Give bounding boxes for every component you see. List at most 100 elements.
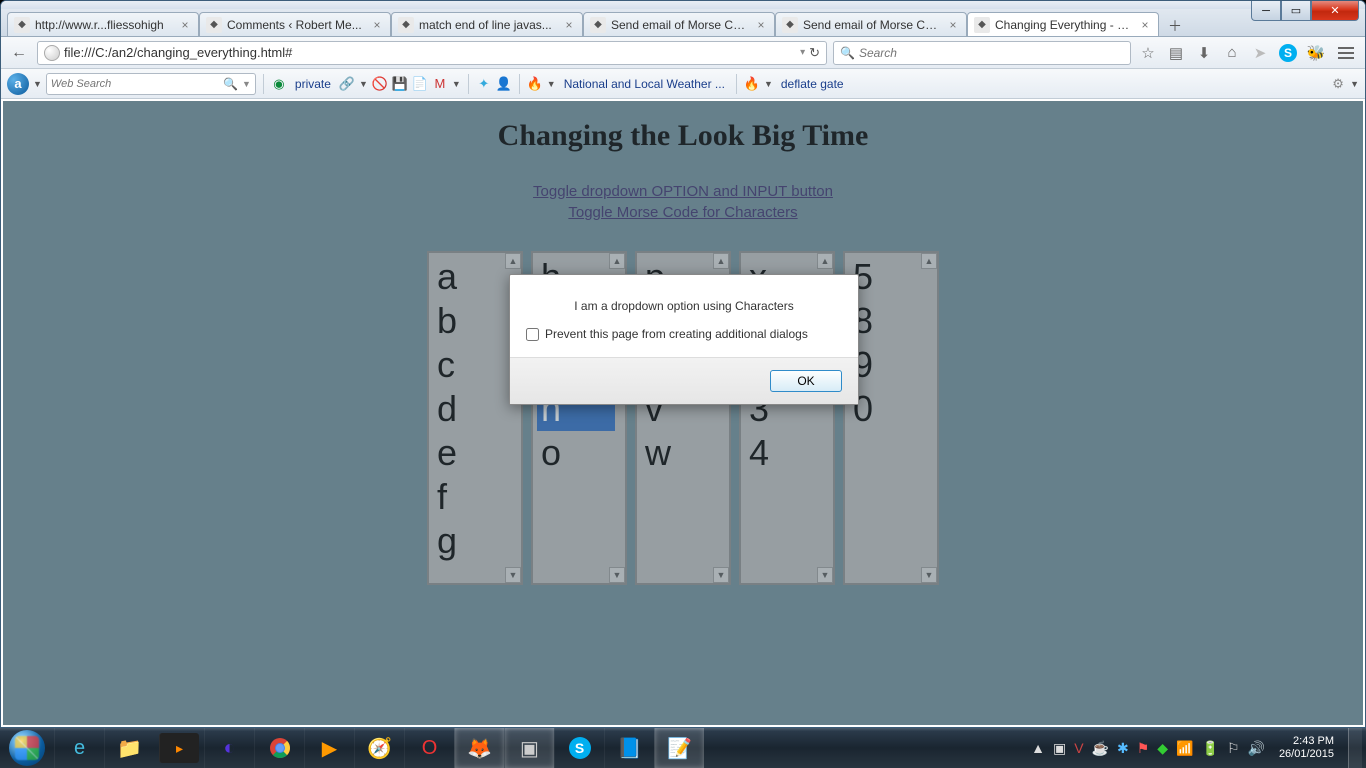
bookmark-star-icon[interactable]: ☆ xyxy=(1137,42,1159,64)
shield-icon[interactable]: ◉ xyxy=(271,76,287,92)
tab-0[interactable]: ◆http://www.r...fliessohigh× xyxy=(7,12,199,36)
firefox-icon[interactable]: 🦊 xyxy=(454,728,504,768)
eclipse-icon[interactable]: ◐ xyxy=(204,728,254,768)
tray-network-icon[interactable]: 📶 xyxy=(1176,740,1193,757)
dropdown-icon[interactable]: ▼ xyxy=(452,79,461,89)
menu-button[interactable] xyxy=(1333,42,1359,64)
web-search-input[interactable] xyxy=(51,78,219,90)
url-bar[interactable]: ▾ ↻ xyxy=(37,41,827,65)
dropdown-icon[interactable]: ▼ xyxy=(547,79,556,89)
page-icon[interactable]: 📄 xyxy=(412,76,428,92)
terminal-icon[interactable]: ▣ xyxy=(504,728,554,768)
tray-volume-icon[interactable]: 🔊 xyxy=(1248,740,1265,757)
clock-date: 26/01/2015 xyxy=(1279,748,1334,761)
weather-link[interactable]: National and Local Weather ... xyxy=(560,73,729,95)
sublime-icon[interactable]: ▸ xyxy=(159,733,199,763)
dialog-checkbox-row: Prevent this page from creating addition… xyxy=(510,321,858,358)
mail-icon[interactable]: M xyxy=(432,76,448,92)
explorer-icon[interactable]: 📁 xyxy=(104,728,154,768)
dropdown-icon[interactable]: ▼ xyxy=(764,79,773,89)
tab-1[interactable]: ◆Comments ‹ Robert Me...× xyxy=(199,12,391,36)
start-button[interactable] xyxy=(0,728,54,768)
tray-av-icon[interactable]: V xyxy=(1074,740,1083,756)
tab-3[interactable]: ◆Send email of Morse Co...× xyxy=(583,12,775,36)
dropdown-icon[interactable]: ▼ xyxy=(242,79,251,89)
tray-chevron-icon[interactable]: ▲ xyxy=(1031,740,1045,756)
private-link[interactable]: private xyxy=(291,73,335,95)
dropdown-icon[interactable]: ▼ xyxy=(33,79,42,89)
flame-icon[interactable]: 🔥 xyxy=(744,76,760,92)
downloads-icon[interactable]: ⬇ xyxy=(1193,42,1215,64)
dropdown-icon[interactable]: ▼ xyxy=(359,79,368,89)
skype-icon[interactable]: S xyxy=(1277,42,1299,64)
tab-4[interactable]: ◆ Send email of Morse Co... × xyxy=(775,12,967,36)
tray-java-icon[interactable]: ☕ xyxy=(1092,740,1109,757)
close-button[interactable]: ✕ xyxy=(1311,1,1359,21)
browser-window: ─ ▭ ✕ ◆http://www.r...fliessohigh× ◆Comm… xyxy=(0,0,1366,728)
separator xyxy=(263,74,264,94)
prevent-dialogs-checkbox[interactable] xyxy=(526,328,539,341)
tab-close-icon[interactable]: × xyxy=(1138,18,1152,32)
new-tab-button[interactable]: ＋ xyxy=(1163,16,1187,36)
addon-icon[interactable]: 🐝 xyxy=(1305,42,1327,64)
bookmarks-list-icon[interactable]: ▤ xyxy=(1165,42,1187,64)
star-icon[interactable]: ✦ xyxy=(476,76,492,92)
tab-close-icon[interactable]: × xyxy=(562,18,576,32)
tray-bluetooth-icon[interactable]: ✱ xyxy=(1117,740,1129,757)
clock-time: 2:43 PM xyxy=(1279,735,1334,748)
search-input[interactable] xyxy=(859,46,1124,60)
flame-icon[interactable]: 🔥 xyxy=(527,76,543,92)
dropdown-icon[interactable]: ▼ xyxy=(1350,79,1359,89)
web-search-box[interactable]: 🔍 ▼ xyxy=(46,73,256,95)
deflate-link[interactable]: deflate gate xyxy=(777,73,848,95)
separator xyxy=(468,74,469,94)
maximize-button[interactable]: ▭ xyxy=(1281,1,1311,21)
reload-icon[interactable]: ↻ xyxy=(809,45,820,61)
dialog-message: I am a dropdown option using Characters xyxy=(510,275,858,321)
back-button[interactable]: ← xyxy=(7,41,31,65)
block-icon[interactable]: 🚫 xyxy=(372,76,388,92)
media-player-icon[interactable]: ▶ xyxy=(304,728,354,768)
tab-5[interactable]: ◆Changing Everything - RJM ...× xyxy=(967,12,1159,36)
url-input[interactable] xyxy=(64,45,796,60)
skype-task-icon[interactable]: S xyxy=(554,728,604,768)
tray-action-icon[interactable]: ⚐ xyxy=(1227,740,1240,757)
checkbox-label: Prevent this page from creating addition… xyxy=(545,327,808,341)
window-controls: ─ ▭ ✕ xyxy=(1251,1,1359,21)
tray-battery-icon[interactable]: 🔋 xyxy=(1202,740,1219,757)
tab-close-icon[interactable]: × xyxy=(754,18,768,32)
safari-icon[interactable]: 🧭 xyxy=(354,728,404,768)
tab-close-icon[interactable]: × xyxy=(370,18,384,32)
show-desktop-button[interactable] xyxy=(1348,728,1362,768)
gear-icon[interactable]: ⚙ xyxy=(1330,76,1346,92)
search-icon[interactable]: 🔍 xyxy=(223,77,238,91)
ask-icon[interactable]: a xyxy=(7,73,29,95)
notepad-icon[interactable]: 📘 xyxy=(604,728,654,768)
favicon-icon: ◆ xyxy=(782,17,798,33)
ok-button[interactable]: OK xyxy=(770,370,842,392)
tab-close-icon[interactable]: × xyxy=(946,18,960,32)
contact-icon[interactable]: 👤 xyxy=(496,76,512,92)
minimize-button[interactable]: ─ xyxy=(1251,1,1281,21)
ie-icon[interactable]: e xyxy=(54,728,104,768)
dropdown-icon[interactable]: ▾ xyxy=(800,47,805,58)
chrome-icon[interactable] xyxy=(254,728,304,768)
opera-icon[interactable]: O xyxy=(404,728,454,768)
tray-app-icon[interactable]: ▣ xyxy=(1053,740,1066,757)
link-label: deflate gate xyxy=(781,77,844,91)
home-icon[interactable]: ⌂ xyxy=(1221,42,1243,64)
tray-security-icon[interactable]: ◆ xyxy=(1157,740,1168,757)
send-icon[interactable]: ➤ xyxy=(1249,42,1271,64)
save-icon[interactable]: 💾 xyxy=(392,76,408,92)
wordpad-icon[interactable]: 📝 xyxy=(654,728,704,768)
search-bar[interactable]: 🔍 xyxy=(833,41,1131,65)
globe-icon xyxy=(44,45,60,61)
tab-title: Send email of Morse Co... xyxy=(803,18,941,32)
clock[interactable]: 2:43 PM 26/01/2015 xyxy=(1273,735,1340,761)
favicon-icon: ◆ xyxy=(14,17,30,33)
tray-update-icon[interactable]: ⚑ xyxy=(1137,740,1150,757)
tab-close-icon[interactable]: × xyxy=(178,18,192,32)
favicon-icon: ◆ xyxy=(206,17,222,33)
tab-2[interactable]: ◆match end of line javas...× xyxy=(391,12,583,36)
link-icon[interactable]: 🔗 xyxy=(339,76,355,92)
